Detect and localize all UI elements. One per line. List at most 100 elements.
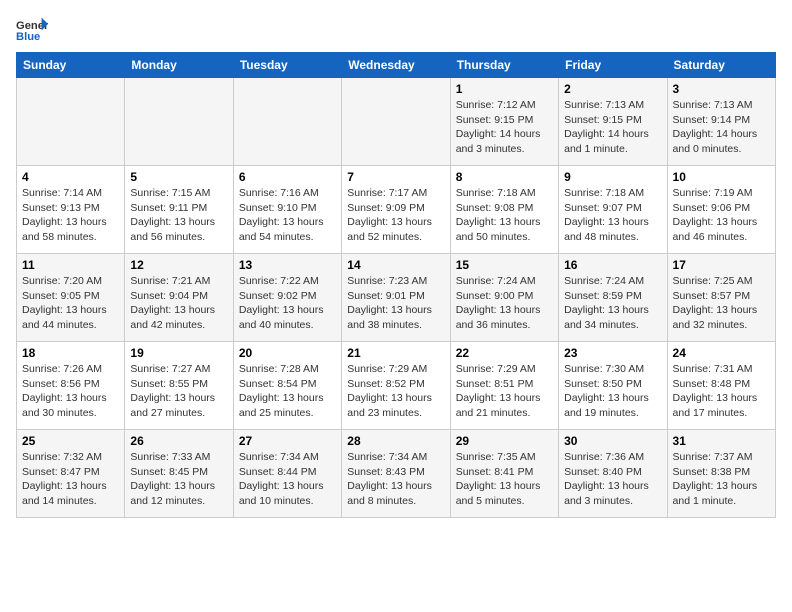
day-info: Sunrise: 7:16 AM Sunset: 9:10 PM Dayligh… — [239, 186, 336, 245]
calendar-cell: 29 Sunrise: 7:35 AM Sunset: 8:41 PM Dayli… — [450, 430, 558, 518]
day-info: Sunrise: 7:26 AM Sunset: 8:56 PM Dayligh… — [22, 362, 119, 421]
day-number: 30 — [564, 434, 661, 448]
calendar-cell: 3Sunrise: 7:13 AM Sunset: 9:14 PM Daylig… — [667, 78, 775, 166]
day-info: Sunrise: 7:34 AM Sunset: 8:44 PM Dayligh… — [239, 450, 336, 509]
day-number: 4 — [22, 170, 119, 184]
calendar-cell: 2 Sunrise: 7:13 AM Sunset: 9:15 PM Daylig… — [559, 78, 667, 166]
calendar-cell: 7 Sunrise: 7:17 AM Sunset: 9:09 PM Daylig… — [342, 166, 450, 254]
calendar-cell: 17Sunrise: 7:25 AM Sunset: 8:57 PM Dayli… — [667, 254, 775, 342]
day-number: 31 — [673, 434, 770, 448]
calendar-cell: 11Sunrise: 7:20 AM Sunset: 9:05 PM Dayli… — [17, 254, 125, 342]
calendar-cell: 6 Sunrise: 7:16 AM Sunset: 9:10 PM Daylig… — [233, 166, 341, 254]
calendar-cell: 15Sunrise: 7:24 AM Sunset: 9:00 PM Dayli… — [450, 254, 558, 342]
calendar-cell: 4 Sunrise: 7:14 AM Sunset: 9:13 PM Daylig… — [17, 166, 125, 254]
day-info: Sunrise: 7:15 AM Sunset: 9:11 PM Dayligh… — [130, 186, 227, 245]
calendar-cell: 27 Sunrise: 7:34 AM Sunset: 8:44 PM Dayli… — [233, 430, 341, 518]
day-info: Sunrise: 7:29 AM Sunset: 8:51 PM Dayligh… — [456, 362, 553, 421]
calendar-week-4: 18 Sunrise: 7:26 AM Sunset: 8:56 PM Dayli… — [17, 342, 776, 430]
calendar-cell: 10 Sunrise: 7:19 AM Sunset: 9:06 PM Dayli… — [667, 166, 775, 254]
calendar-week-5: 25 Sunrise: 7:32 AM Sunset: 8:47 PM Dayli… — [17, 430, 776, 518]
day-info: Sunrise: 7:14 AM Sunset: 9:13 PM Dayligh… — [22, 186, 119, 245]
day-info: Sunrise: 7:12 AM Sunset: 9:15 PM Dayligh… — [456, 98, 553, 157]
day-number: 10 — [673, 170, 770, 184]
day-number: 28 — [347, 434, 444, 448]
day-info: Sunrise: 7:17 AM Sunset: 9:09 PM Dayligh… — [347, 186, 444, 245]
day-number: 13 — [239, 258, 336, 272]
day-info: Sunrise: 7:34 AM Sunset: 8:43 PM Dayligh… — [347, 450, 444, 509]
calendar-cell: 19 Sunrise: 7:27 AM Sunset: 8:55 PM Dayli… — [125, 342, 233, 430]
svg-text:Blue: Blue — [16, 31, 40, 43]
weekday-header-row: SundayMondayTuesdayWednesdayThursdayFrid… — [17, 53, 776, 78]
day-info: Sunrise: 7:13 AM Sunset: 9:15 PM Dayligh… — [564, 98, 661, 157]
calendar-cell — [125, 78, 233, 166]
day-info: Sunrise: 7:19 AM Sunset: 9:06 PM Dayligh… — [673, 186, 770, 245]
day-number: 16 — [564, 258, 661, 272]
calendar-cell: 28 Sunrise: 7:34 AM Sunset: 8:43 PM Dayli… — [342, 430, 450, 518]
day-info: Sunrise: 7:31 AM Sunset: 8:48 PM Dayligh… — [673, 362, 770, 421]
day-number: 12 — [130, 258, 227, 272]
calendar-cell — [17, 78, 125, 166]
day-number: 27 — [239, 434, 336, 448]
day-number: 18 — [22, 346, 119, 360]
day-number: 5 — [130, 170, 227, 184]
day-number: 17 — [673, 258, 770, 272]
weekday-header-friday: Friday — [559, 53, 667, 78]
day-number: 11 — [22, 258, 119, 272]
calendar-cell: 16Sunrise: 7:24 AM Sunset: 8:59 PM Dayli… — [559, 254, 667, 342]
day-info: Sunrise: 7:32 AM Sunset: 8:47 PM Dayligh… — [22, 450, 119, 509]
calendar-cell: 31 Sunrise: 7:37 AM Sunset: 8:38 PM Dayli… — [667, 430, 775, 518]
day-number: 1 — [456, 82, 553, 96]
day-number: 8 — [456, 170, 553, 184]
calendar-cell: 9Sunrise: 7:18 AM Sunset: 9:07 PM Daylig… — [559, 166, 667, 254]
weekday-header-tuesday: Tuesday — [233, 53, 341, 78]
day-info: Sunrise: 7:18 AM Sunset: 9:07 PM Dayligh… — [564, 186, 661, 245]
day-info: Sunrise: 7:28 AM Sunset: 8:54 PM Dayligh… — [239, 362, 336, 421]
calendar-week-3: 11Sunrise: 7:20 AM Sunset: 9:05 PM Dayli… — [17, 254, 776, 342]
day-number: 7 — [347, 170, 444, 184]
weekday-header-thursday: Thursday — [450, 53, 558, 78]
day-number: 2 — [564, 82, 661, 96]
calendar-cell — [233, 78, 341, 166]
calendar-cell: 1 Sunrise: 7:12 AM Sunset: 9:15 PM Daylig… — [450, 78, 558, 166]
day-number: 29 — [456, 434, 553, 448]
day-number: 19 — [130, 346, 227, 360]
day-info: Sunrise: 7:36 AM Sunset: 8:40 PM Dayligh… — [564, 450, 661, 509]
day-number: 3 — [673, 82, 770, 96]
calendar-week-2: 4 Sunrise: 7:14 AM Sunset: 9:13 PM Daylig… — [17, 166, 776, 254]
day-info: Sunrise: 7:33 AM Sunset: 8:45 PM Dayligh… — [130, 450, 227, 509]
calendar-cell: 20Sunrise: 7:28 AM Sunset: 8:54 PM Dayli… — [233, 342, 341, 430]
calendar-cell: 21 Sunrise: 7:29 AM Sunset: 8:52 PM Dayli… — [342, 342, 450, 430]
calendar-cell — [342, 78, 450, 166]
calendar-cell: 5 Sunrise: 7:15 AM Sunset: 9:11 PM Daylig… — [125, 166, 233, 254]
calendar-cell: 13 Sunrise: 7:22 AM Sunset: 9:02 PM Dayli… — [233, 254, 341, 342]
day-info: Sunrise: 7:37 AM Sunset: 8:38 PM Dayligh… — [673, 450, 770, 509]
day-number: 23 — [564, 346, 661, 360]
calendar-cell: 14 Sunrise: 7:23 AM Sunset: 9:01 PM Dayli… — [342, 254, 450, 342]
day-number: 26 — [130, 434, 227, 448]
day-number: 14 — [347, 258, 444, 272]
day-info: Sunrise: 7:29 AM Sunset: 8:52 PM Dayligh… — [347, 362, 444, 421]
weekday-header-wednesday: Wednesday — [342, 53, 450, 78]
page-header: General Blue — [16, 16, 776, 44]
day-info: Sunrise: 7:21 AM Sunset: 9:04 PM Dayligh… — [130, 274, 227, 333]
day-info: Sunrise: 7:35 AM Sunset: 8:41 PM Dayligh… — [456, 450, 553, 509]
day-number: 22 — [456, 346, 553, 360]
day-info: Sunrise: 7:23 AM Sunset: 9:01 PM Dayligh… — [347, 274, 444, 333]
day-number: 25 — [22, 434, 119, 448]
weekday-header-saturday: Saturday — [667, 53, 775, 78]
logo-icon: General Blue — [16, 16, 48, 44]
day-number: 24 — [673, 346, 770, 360]
calendar-cell: 18 Sunrise: 7:26 AM Sunset: 8:56 PM Dayli… — [17, 342, 125, 430]
calendar-table: SundayMondayTuesdayWednesdayThursdayFrid… — [16, 52, 776, 518]
day-number: 21 — [347, 346, 444, 360]
day-info: Sunrise: 7:22 AM Sunset: 9:02 PM Dayligh… — [239, 274, 336, 333]
day-number: 15 — [456, 258, 553, 272]
day-number: 6 — [239, 170, 336, 184]
weekday-header-monday: Monday — [125, 53, 233, 78]
calendar-cell: 12 Sunrise: 7:21 AM Sunset: 9:04 PM Dayli… — [125, 254, 233, 342]
weekday-header-sunday: Sunday — [17, 53, 125, 78]
calendar-cell: 30 Sunrise: 7:36 AM Sunset: 8:40 PM Dayli… — [559, 430, 667, 518]
day-info: Sunrise: 7:27 AM Sunset: 8:55 PM Dayligh… — [130, 362, 227, 421]
calendar-cell: 22 Sunrise: 7:29 AM Sunset: 8:51 PM Dayli… — [450, 342, 558, 430]
calendar-cell: 8Sunrise: 7:18 AM Sunset: 9:08 PM Daylig… — [450, 166, 558, 254]
